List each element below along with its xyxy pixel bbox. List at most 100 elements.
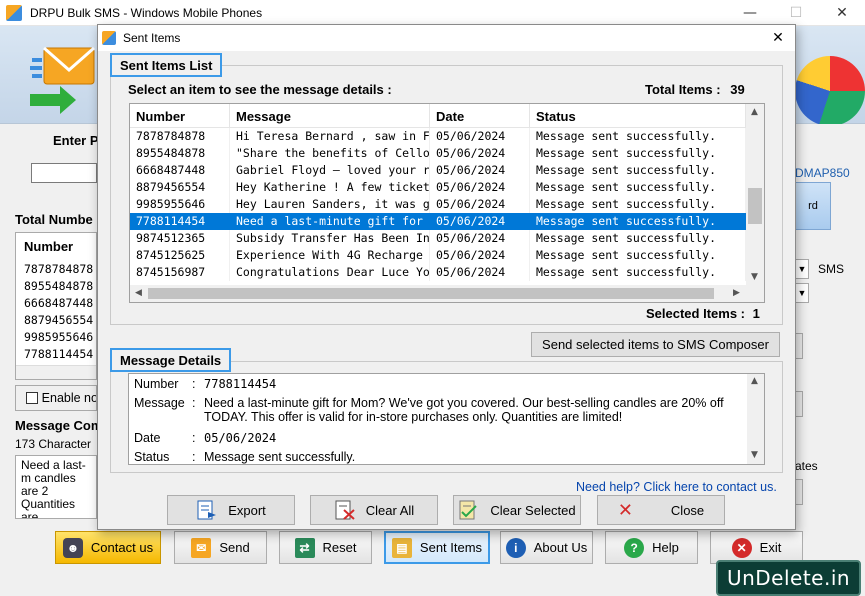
- cell-message: Hey Lauren Sanders, it was great: [230, 196, 430, 213]
- sent-items-table[interactable]: Number Message Date Status 7878784878 Hi …: [129, 103, 765, 303]
- detail-number-value: 7788114454: [204, 377, 277, 391]
- table-body: 7878784878Hi Teresa Bernard , saw in For…: [130, 128, 746, 281]
- cell-status: Message sent successfully.: [530, 128, 746, 145]
- envelope-icon: ✉: [191, 537, 212, 558]
- column-header-status[interactable]: Status: [530, 104, 746, 128]
- clear-selected-icon: [459, 500, 478, 520]
- cell-number: 8745156987: [130, 264, 230, 281]
- colon: :: [192, 431, 196, 445]
- detail-message-key: Message: [134, 396, 185, 410]
- horizontal-scroll-thumb[interactable]: [148, 288, 714, 299]
- cell-date: 05/06/2024: [430, 128, 530, 145]
- table-row[interactable]: 9874512365Subsidy Transfer Has Been Init…: [130, 230, 746, 247]
- dialog-close-icon[interactable]: ✕: [767, 28, 789, 48]
- cell-date: 05/06/2024: [430, 230, 530, 247]
- sent-items-list-label: Sent Items List: [110, 53, 223, 77]
- enter-phone-label: Enter P: [53, 133, 97, 148]
- cell-status: Message sent successfully.: [530, 213, 746, 230]
- close-dialog-button[interactable]: ✕ Close: [597, 495, 725, 525]
- list-item[interactable]: 8879456554: [16, 312, 96, 329]
- about-us-label: About Us: [533, 540, 588, 555]
- list-item[interactable]: 9985955646: [16, 329, 96, 346]
- scroll-up-arrow-icon[interactable]: ▲: [751, 376, 758, 386]
- table-row[interactable]: 8745156987Congratulations Dear Luce Your…: [130, 264, 746, 281]
- column-header-message[interactable]: Message: [230, 104, 430, 128]
- total-numbers-label: Total Numbe: [15, 212, 93, 227]
- enable-option[interactable]: Enable no: [15, 385, 97, 411]
- table-vertical-scrollbar[interactable]: ▲ ▼: [746, 104, 764, 287]
- scroll-down-arrow-icon[interactable]: ▼: [751, 450, 758, 460]
- help-button[interactable]: ? Help: [605, 531, 698, 564]
- message-details-panel[interactable]: Number : 7788114454 Message : Need a las…: [128, 373, 765, 465]
- details-scrollbar[interactable]: ▲ ▼: [747, 374, 764, 464]
- message-composer-textarea[interactable]: Need a last-m candles are 2 Quantities a…: [15, 455, 97, 519]
- clear-selected-button[interactable]: Clear Selected: [453, 495, 581, 525]
- reset-button[interactable]: ⇄ Reset: [279, 531, 372, 564]
- sent-items-button[interactable]: ▤ Sent Items: [384, 531, 490, 564]
- detail-message-row: Message : Need a last-minute gift for Mo…: [134, 396, 734, 424]
- enable-checkbox[interactable]: [26, 392, 38, 404]
- table-row[interactable]: 8745125625Experience With 4G Recharge Wi…: [130, 247, 746, 264]
- sms-label: SMS: [818, 262, 845, 276]
- scroll-left-arrow-icon[interactable]: ◀: [135, 288, 142, 298]
- table-row[interactable]: 9985955646Hey Lauren Sanders, it was gre…: [130, 196, 746, 213]
- contact-us-button[interactable]: ☻ Contact us: [55, 531, 161, 564]
- column-header-date[interactable]: Date: [430, 104, 530, 128]
- cell-message: Need a last-minute gift for Mom? W: [230, 213, 430, 230]
- list-item[interactable]: 7788114454: [16, 346, 96, 363]
- list-item[interactable]: 7878784878: [16, 261, 96, 278]
- total-items-label: Total Items :: [645, 82, 721, 97]
- right-option-box[interactable]: [795, 333, 803, 359]
- table-row[interactable]: 8879456554Hey Katherine ! A few tickets …: [130, 179, 746, 196]
- detail-date-row: Date : 05/06/2024: [134, 431, 734, 445]
- table-horizontal-scrollbar[interactable]: ◀ ▶: [130, 285, 764, 302]
- export-icon: [197, 500, 217, 520]
- clear-selected-label: Clear Selected: [490, 502, 576, 518]
- sent-items-dialog: Sent Items ✕ Sent Items List Select an i…: [97, 24, 796, 530]
- help-contact-link[interactable]: Need help? Click here to contact us.: [576, 480, 777, 494]
- cell-message: Congratulations Dear Luce Your Pr: [230, 264, 430, 281]
- total-items-value: 39: [730, 82, 745, 97]
- select-hint: Select an item to see the message detail…: [128, 82, 392, 97]
- dropdown-chevron-icon[interactable]: ▼: [795, 259, 809, 279]
- list-item[interactable]: 6668487448: [16, 295, 96, 312]
- clear-all-button[interactable]: Clear All: [310, 495, 438, 525]
- close-label: Close: [670, 502, 705, 518]
- cell-message: Gabriel Floyd – loved your recent: [230, 162, 430, 179]
- numbers-list[interactable]: Number 7878784878 8955484878 6668487448 …: [15, 232, 97, 380]
- vertical-scroll-thumb[interactable]: [748, 188, 762, 224]
- send-to-composer-button[interactable]: Send selected items to SMS Composer: [531, 332, 780, 357]
- right-option-box[interactable]: [795, 391, 803, 417]
- cell-message: Hey Katherine ! A few tickets are: [230, 179, 430, 196]
- templates-label: ates: [795, 459, 818, 473]
- board-button[interactable]: rd: [795, 182, 831, 230]
- send-button[interactable]: ✉ Send: [174, 531, 267, 564]
- message-details-label: Message Details: [110, 348, 232, 372]
- person-icon: ☻: [62, 537, 83, 558]
- table-row[interactable]: 7788114454Need a last-minute gift for Mo…: [130, 213, 746, 230]
- cell-number: 7878784878: [130, 128, 230, 145]
- dropdown-chevron-icon[interactable]: ▼: [795, 283, 809, 303]
- list-item[interactable]: 8955484878: [16, 278, 96, 295]
- column-header-number[interactable]: Number: [130, 104, 230, 128]
- cell-status: Message sent successfully.: [530, 247, 746, 264]
- phone-number-input[interactable]: [31, 163, 97, 183]
- dialog-title: Sent Items: [123, 31, 181, 45]
- help-icon: ?: [624, 537, 645, 558]
- scroll-down-arrow-icon[interactable]: ▼: [751, 272, 758, 282]
- scroll-up-arrow-icon[interactable]: ▲: [751, 107, 758, 117]
- minimize-button[interactable]: —: [727, 0, 773, 26]
- export-button[interactable]: Export: [167, 495, 295, 525]
- clear-all-label: Clear All: [365, 502, 415, 518]
- close-window-button[interactable]: ✕: [819, 0, 865, 26]
- table-row[interactable]: 8955484878 "Share the benefits of Cellop…: [130, 145, 746, 162]
- maximize-button[interactable]: ☐: [773, 0, 819, 26]
- table-row[interactable]: 6668487448Gabriel Floyd – loved your rec…: [130, 162, 746, 179]
- numbers-list-scrollbar[interactable]: [16, 365, 96, 379]
- right-option-box[interactable]: [795, 479, 803, 505]
- cell-status: Message sent successfully.: [530, 264, 746, 281]
- scroll-right-arrow-icon[interactable]: ▶: [733, 288, 740, 298]
- colon: :: [192, 450, 196, 464]
- about-us-button[interactable]: i About Us: [500, 531, 593, 564]
- table-row[interactable]: 7878784878Hi Teresa Bernard , saw in For…: [130, 128, 746, 145]
